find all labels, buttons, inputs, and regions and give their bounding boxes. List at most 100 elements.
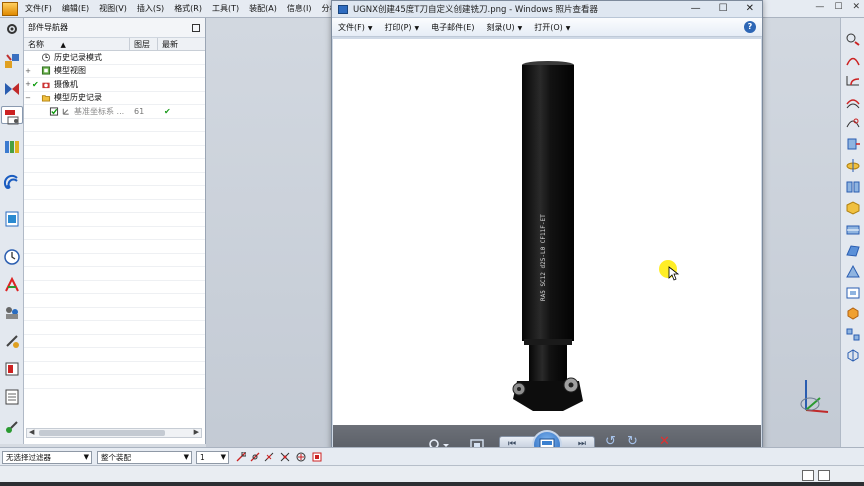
menu-tools[interactable]: 工具(T) bbox=[207, 3, 244, 14]
surface-icon[interactable] bbox=[845, 243, 861, 258]
column-layer[interactable]: 图层 bbox=[130, 38, 158, 50]
pattern-icon[interactable] bbox=[845, 327, 861, 342]
process-studio-icon[interactable] bbox=[3, 418, 21, 436]
column-latest[interactable]: 最新 bbox=[158, 38, 204, 50]
viewer-close-icon[interactable]: ✕ bbox=[746, 3, 754, 14]
tree-row-model-history[interactable]: − 模型历史记录 bbox=[24, 92, 205, 105]
snap-control-point-icon[interactable] bbox=[264, 452, 274, 462]
revolve-icon[interactable] bbox=[845, 158, 861, 173]
menu-edit[interactable]: 编辑(E) bbox=[57, 3, 94, 14]
history-icon[interactable] bbox=[3, 210, 21, 228]
resource-bar bbox=[0, 18, 24, 444]
boolean-icon[interactable] bbox=[845, 306, 861, 321]
part-navigator-icon[interactable] bbox=[1, 106, 23, 125]
viewer-menu-bar: 文件(F) ▼ 打印(P) ▼ 电子邮件(E) 刻录(U) ▼ 打开(O) ▼ bbox=[332, 18, 762, 37]
maximize-icon[interactable]: ☐ bbox=[834, 2, 842, 12]
count-select[interactable]: 1 ▼ bbox=[196, 451, 229, 464]
viewer-menu-print[interactable]: 打印(P) ▼ bbox=[384, 22, 419, 33]
expand-icon[interactable]: + bbox=[24, 80, 32, 88]
viewer-title: UGNX创建45度T刀自定义创建铣刀.png - Windows 照片查看器 bbox=[353, 5, 598, 15]
web-browser-icon[interactable] bbox=[3, 174, 21, 192]
help-icon[interactable]: ? bbox=[744, 21, 756, 33]
expand-icon[interactable]: + bbox=[24, 67, 32, 75]
chevron-down-icon: ▼ bbox=[83, 453, 89, 461]
minimize-icon[interactable]: — bbox=[815, 2, 824, 12]
collapse-icon[interactable]: − bbox=[24, 94, 32, 102]
taskbar-edge bbox=[0, 482, 864, 486]
column-name[interactable]: 名称 ▲ bbox=[24, 38, 130, 50]
wcs-triad-icon bbox=[800, 380, 829, 413]
up-to-date-checkmark: ✔ bbox=[164, 106, 171, 116]
assembly-navigator-icon[interactable] bbox=[3, 52, 21, 70]
palette-icon[interactable] bbox=[3, 360, 21, 378]
viewer-minimize-icon[interactable]: — bbox=[691, 3, 701, 14]
menu-assembly[interactable]: 装配(A) bbox=[244, 3, 282, 14]
roles-icon[interactable] bbox=[3, 304, 21, 322]
trim-curve-icon[interactable] bbox=[845, 115, 861, 130]
viewer-title-bar[interactable]: UGNX创建45度T刀自定义创建铣刀.png - Windows 照片查看器 —… bbox=[332, 1, 762, 18]
viewer-window-controls: — ☐ ✕ bbox=[691, 3, 754, 14]
thicken-icon[interactable] bbox=[845, 222, 861, 237]
snap-intersection-icon[interactable] bbox=[280, 452, 290, 462]
chevron-down-icon: ▼ bbox=[367, 24, 373, 32]
navigator-tree: 历史记录模式 + 模型视图 + ✔ 摄像机 − 模型历史记录 基准坐标系 ...… bbox=[24, 51, 205, 389]
shell-icon[interactable] bbox=[845, 285, 861, 300]
viewer-menu-file[interactable]: 文件(F) ▼ bbox=[338, 22, 372, 33]
viewer-maximize-icon[interactable]: ☐ bbox=[719, 3, 728, 14]
clock-icon[interactable] bbox=[3, 248, 21, 266]
part-navigator: 部件导航器 名称 ▲ 图层 最新 历史记录模式 + 模型视图 + ✔ 摄像机 −… bbox=[24, 18, 206, 444]
menu-insert[interactable]: 插入(S) bbox=[132, 3, 169, 14]
checkmark-icon[interactable]: ✔ bbox=[32, 80, 40, 89]
selection-scope-select[interactable]: 整个装配 ▼ bbox=[97, 451, 192, 464]
checkbox-checked-icon[interactable] bbox=[49, 107, 59, 116]
status-toggle-icon[interactable] bbox=[818, 470, 830, 481]
sweep-icon[interactable] bbox=[845, 179, 861, 194]
tree-row-cameras[interactable]: + ✔ 摄像机 bbox=[24, 78, 205, 92]
navigator-horizontal-scrollbar[interactable]: ◀ ▶ bbox=[26, 428, 202, 438]
snap-midpoint-icon[interactable] bbox=[250, 452, 260, 462]
scroll-right-icon[interactable]: ▶ bbox=[194, 428, 199, 436]
tree-row-model-views[interactable]: + 模型视图 bbox=[24, 65, 205, 78]
scrollbar-thumb[interactable] bbox=[39, 430, 165, 436]
scroll-left-icon[interactable]: ◀ bbox=[29, 428, 34, 436]
arc-icon[interactable] bbox=[845, 52, 861, 67]
type-filter-select[interactable]: 无选择过滤器 ▼ bbox=[2, 451, 92, 464]
viewer-menu-burn[interactable]: 刻录(U) ▼ bbox=[486, 22, 522, 33]
extrude-icon[interactable] bbox=[845, 136, 861, 151]
menu-view[interactable]: 视图(V) bbox=[94, 3, 132, 14]
chevron-down-icon: ▼ bbox=[517, 24, 523, 32]
photo-viewer-window[interactable]: UGNX创建45度T刀自定义创建铣刀.png - Windows 照片查看器 —… bbox=[331, 0, 763, 464]
panel-pin-icon[interactable] bbox=[192, 24, 200, 32]
camera-icon bbox=[42, 82, 50, 88]
menu-format[interactable]: 格式(R) bbox=[169, 3, 207, 14]
visualization-icon[interactable] bbox=[3, 276, 21, 294]
full-screen-icon[interactable] bbox=[802, 470, 814, 481]
menu-information[interactable]: 信息(I) bbox=[282, 3, 317, 14]
menu-file[interactable]: 文件(F) bbox=[20, 3, 57, 14]
system-materials-icon[interactable] bbox=[3, 332, 21, 350]
navigator-column-header: 名称 ▲ 图层 最新 bbox=[24, 38, 205, 51]
constraint-navigator-icon[interactable] bbox=[3, 80, 21, 98]
nx-window-controls: — ☐ ✕ bbox=[815, 2, 860, 12]
snap-endpoint-icon[interactable] bbox=[236, 452, 246, 462]
fillet-curve-icon[interactable] bbox=[845, 73, 861, 88]
folder-icon bbox=[41, 95, 51, 102]
block-icon[interactable] bbox=[845, 200, 861, 215]
model-views-icon bbox=[41, 66, 51, 75]
drawing-templates-icon[interactable] bbox=[3, 388, 21, 406]
sketch-curve-icon[interactable] bbox=[845, 31, 861, 46]
tree-row-history-mode[interactable]: 历史记录模式 bbox=[24, 51, 205, 65]
snap-quadrant-icon[interactable] bbox=[312, 452, 322, 462]
mirror-icon[interactable] bbox=[845, 348, 861, 363]
viewer-menu-email[interactable]: 电子邮件(E) bbox=[431, 22, 474, 33]
arrow-cursor-icon bbox=[668, 266, 680, 281]
viewed-image: RA5 SC12 d25-L0 CF11F-ET bbox=[333, 39, 761, 425]
gear-icon[interactable] bbox=[3, 20, 21, 38]
reuse-library-icon[interactable] bbox=[3, 138, 21, 156]
face-blend-icon[interactable] bbox=[845, 264, 861, 279]
tree-row-datum-csys[interactable]: 基准坐标系 ... 61 ✔ bbox=[24, 105, 205, 119]
close-icon[interactable]: ✕ bbox=[852, 2, 860, 12]
viewer-menu-open[interactable]: 打开(O) ▼ bbox=[534, 22, 570, 33]
snap-arc-center-icon[interactable] bbox=[296, 452, 306, 462]
offset-curve-icon[interactable] bbox=[845, 94, 861, 109]
